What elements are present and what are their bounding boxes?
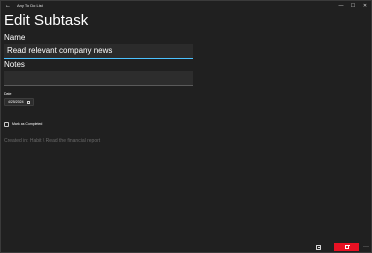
- created-in-text: Created in: Habit \ Read the financial r…: [4, 138, 101, 144]
- calendar-icon: [27, 101, 30, 104]
- trash-icon: [345, 244, 349, 249]
- maximize-button[interactable]: ☐: [347, 1, 359, 11]
- page-title: Edit Subtask: [4, 12, 89, 29]
- close-button[interactable]: ✕: [359, 1, 371, 11]
- save-button[interactable]: [313, 243, 325, 251]
- name-label: Name: [4, 33, 26, 42]
- date-label: Date: [4, 92, 12, 96]
- app-window: ← Any To Do List — ☐ ✕ Edit Subtask Name…: [0, 0, 372, 253]
- name-input[interactable]: Read relevant company news: [4, 44, 193, 59]
- date-picker[interactable]: 4/25/2024: [4, 98, 34, 106]
- title-bar: ← Any To Do List — ☐ ✕: [1, 1, 371, 11]
- delete-button[interactable]: [334, 243, 359, 251]
- app-title: Any To Do List: [17, 3, 43, 8]
- date-value: 4/25/2024: [8, 100, 24, 104]
- mark-completed-label[interactable]: Mark as Completed: [12, 122, 42, 127]
- notes-input[interactable]: [4, 71, 193, 86]
- more-options-button[interactable]: ···: [361, 243, 371, 251]
- notes-label: Notes: [4, 60, 25, 69]
- minimize-button[interactable]: —: [335, 1, 347, 11]
- back-arrow-icon[interactable]: ←: [4, 2, 12, 10]
- window-controls: — ☐ ✕: [335, 1, 371, 11]
- save-icon: [316, 244, 321, 250]
- mark-completed-checkbox[interactable]: [4, 122, 9, 127]
